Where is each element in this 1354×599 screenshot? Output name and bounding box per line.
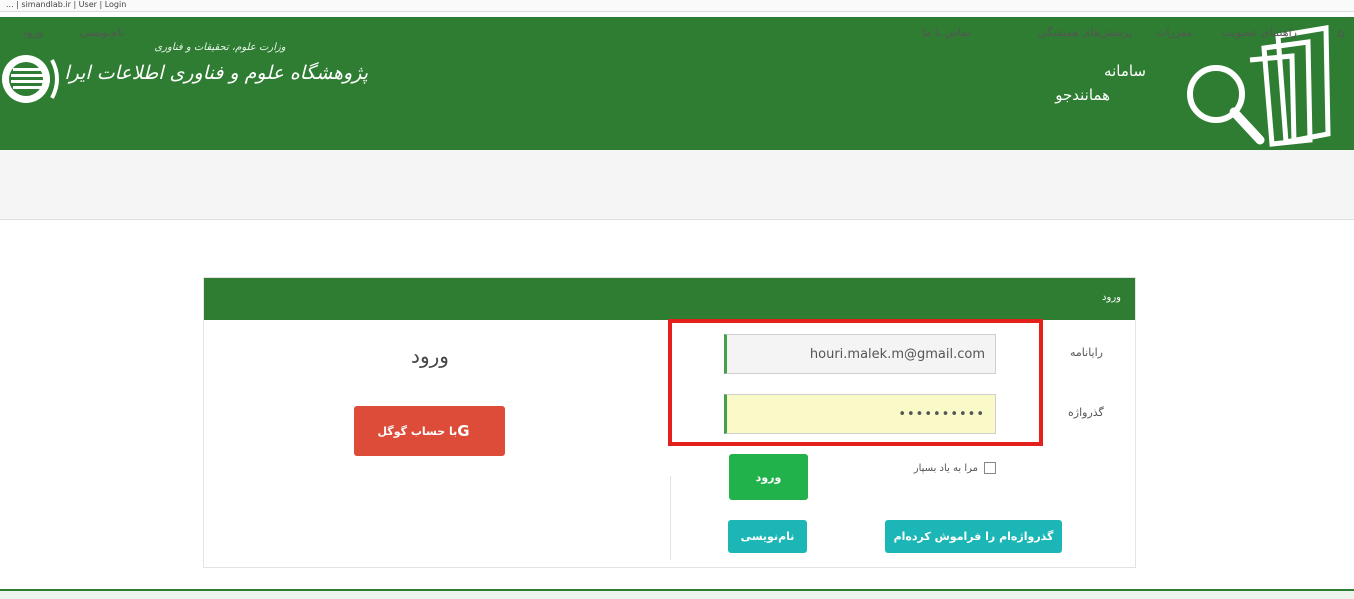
alt-login-title: ورود	[411, 344, 449, 368]
nav-signup[interactable]: نام‌نویسی	[80, 26, 124, 39]
remember-label: مرا به یاد بسپار	[913, 462, 978, 474]
google-login-button[interactable]: G با حساب گوگل	[354, 406, 505, 456]
navbar	[0, 150, 1354, 220]
login-button[interactable]: ورود	[729, 454, 808, 500]
nav-contact[interactable]: تماس با ما	[922, 26, 971, 39]
panel-divider	[670, 476, 671, 560]
remember-checkbox[interactable]	[984, 462, 996, 474]
system-name: همانندجو	[1055, 86, 1110, 104]
google-button-label: با حساب گوگل	[377, 424, 458, 438]
institute-name: پژوهشگاه علوم و فناوری اطلاعات ایران (ای…	[66, 62, 368, 84]
nav-rules[interactable]: مقررات	[1156, 26, 1192, 39]
irandoc-logo	[2, 55, 59, 103]
signup-button[interactable]: نام‌نویسی	[728, 520, 807, 553]
panel-header: ورود	[204, 278, 1135, 320]
home-icon[interactable]: ⌂	[1337, 26, 1345, 40]
google-icon: G	[457, 422, 470, 440]
nav-login[interactable]: ورود	[22, 26, 43, 39]
panel-title: ورود	[1102, 292, 1121, 303]
remember-me[interactable]: مرا به یاد بسپار	[890, 460, 996, 476]
system-label: سامانه	[1104, 62, 1146, 80]
browser-breadcrumb: ... | simandlab.ir | User | Login	[0, 0, 1354, 12]
nav-membership-guide[interactable]: راهنمای عضویت	[1222, 26, 1297, 39]
footer	[0, 591, 1354, 599]
password-label: گذرواژه	[1068, 406, 1104, 419]
nav-faq[interactable]: پرسش‌های همیشگی	[1038, 26, 1132, 39]
username-label: رایانامه	[1070, 346, 1103, 359]
password-input[interactable]	[724, 394, 996, 434]
forgot-password-button[interactable]: گذرواژه‌ام را فراموش کرده‌ام	[885, 520, 1062, 553]
hamanandjoo-logo-icon	[1187, 25, 1331, 147]
username-input[interactable]	[724, 334, 996, 374]
ministry-name: وزارت علوم، تحقیقات و فناوری	[154, 42, 286, 53]
